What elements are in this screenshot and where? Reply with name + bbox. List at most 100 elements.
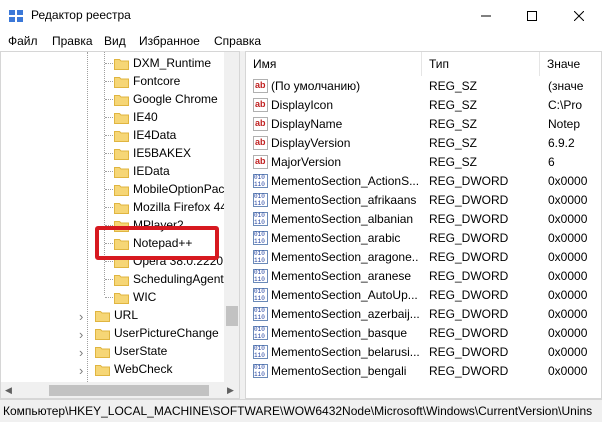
binary-value-icon: 010 110 [253,212,268,226]
value-name: DisplayIcon [271,98,334,112]
tree-vertical-scrollbar[interactable] [224,52,239,382]
tree-item[interactable]: IE5BAKEX [1,144,224,162]
tree-item-label: Google Chrome [133,92,218,106]
value-data: 0x0000 [548,288,588,302]
tree-item[interactable]: Mozilla Firefox 44 [1,198,227,216]
column-name-header[interactable]: Имя [246,52,422,76]
window-title: Редактор реестра [31,8,131,22]
menu-favorites[interactable]: Избранное [139,34,200,48]
value-data: 0x0000 [548,326,588,340]
value-type: REG_DWORD [429,288,509,302]
value-type: REG_DWORD [429,174,509,188]
folder-icon [114,111,129,124]
tree-item-label: Fontcore [133,74,181,88]
highlight-box [95,226,219,260]
string-value-icon: ab [253,117,268,131]
binary-value-icon: 010 110 [253,269,268,283]
registry-tree[interactable]: DXM_Runtime Fontcore Google Chrome IE40 IE4D… [0,51,240,399]
tree-item[interactable]: IE40 [1,108,224,126]
value-row[interactable]: ab DisplayIcon REG_SZ C:\Pro [246,96,601,115]
value-name: MementoSection_aragone... [271,250,419,264]
value-row[interactable]: 010 110 MementoSection_azerbaij... REG_DWOR… [246,305,601,324]
menu-help[interactable]: Справка [214,34,261,48]
folder-icon [114,201,129,214]
value-row[interactable]: 010 110 MementoSection_AutoUp... REG_DWORD 0… [246,286,601,305]
registry-path: Компьютер\HKEY_LOCAL_MACHINE\SOFTWARE\WO… [3,404,593,418]
tree-item[interactable]: Fontcore [1,72,224,90]
tree-horizontal-scrollbar[interactable]: ◀ ▶ [1,382,239,398]
value-row[interactable]: 010 110 MementoSection_belarusi... REG_DWOR… [246,343,601,362]
menu-view[interactable]: Вид [104,34,126,48]
tree-item[interactable]: › UserPictureChange [1,324,224,342]
value-row[interactable]: 010 110 MementoSection_albanian REG_DWORD 0x… [246,210,601,229]
tree-guide-line [105,189,113,190]
value-name: MementoSection_ActionS... [271,174,419,188]
folder-icon [114,183,129,196]
tree-guide-line [105,261,113,262]
value-data: 0x0000 [548,269,588,283]
menu-file[interactable]: Файл [8,34,38,48]
chevron-right-icon[interactable]: › [79,309,83,324]
menu-edit[interactable]: Правка [52,34,93,48]
value-type: REG_DWORD [429,307,509,321]
tree-item[interactable]: Google Chrome [1,90,224,108]
chevron-right-icon[interactable]: › [79,345,83,360]
value-row[interactable]: 010 110 MementoSection_aranese REG_DWORD 0x0… [246,267,601,286]
value-data: C:\Pro [548,98,583,112]
values-list[interactable]: Имя Тип Значе ab (По умолчанию) REG_SZ (зна… [245,51,602,399]
tree-guide-line [105,63,113,64]
close-button[interactable] [556,0,602,31]
column-value-header[interactable]: Значе [540,52,601,76]
value-row[interactable]: ab (По умолчанию) REG_SZ (значе [246,77,601,96]
chevron-right-icon[interactable]: › [79,327,83,342]
tree-item[interactable]: IEData [1,162,224,180]
scroll-left-icon[interactable]: ◀ [5,385,12,396]
tree-item-label: IE5BAKEX [133,146,192,160]
folder-icon [114,129,129,142]
tree-item[interactable]: › WebCheck [1,360,224,378]
tree-item[interactable]: WIC [1,288,224,306]
tree-scroll-thumb[interactable] [226,306,238,326]
value-name: MementoSection_azerbaij... [271,307,419,321]
tree-item[interactable]: SchedulingAgent [1,270,224,288]
folder-icon [114,273,129,286]
chevron-right-icon[interactable]: › [79,363,83,378]
value-data: Notep [548,117,581,131]
value-data: 0x0000 [548,307,588,321]
value-row[interactable]: 010 110 MementoSection_bengali REG_DWORD 0x0… [246,362,601,381]
maximize-button[interactable] [509,0,555,31]
folder-icon [95,363,110,376]
column-type-header[interactable]: Тип [422,52,540,76]
tree-item[interactable]: MobileOptionPac [1,180,224,198]
tree-guide-line [105,99,113,100]
binary-value-icon: 010 110 [253,288,268,302]
tree-item[interactable]: DXM_Runtime [1,54,224,72]
value-row[interactable]: ab DisplayName REG_SZ Notep [246,115,601,134]
value-data: 0x0000 [548,212,588,226]
value-name: MementoSection_AutoUp... [271,288,418,302]
scroll-right-icon[interactable]: ▶ [227,385,234,396]
value-type: REG_DWORD [429,212,509,226]
tree-item[interactable]: IE4Data [1,126,224,144]
value-name: MajorVersion [271,155,342,169]
regedit-icon [9,10,23,22]
value-type: REG_SZ [429,136,478,150]
value-type: REG_SZ [429,155,478,169]
tree-item[interactable]: › UserState [1,342,224,360]
value-name: MementoSection_basque [271,326,408,340]
value-row[interactable]: 010 110 MementoSection_aragone... REG_DWORD… [246,248,601,267]
value-row[interactable]: 010 110 MementoSection_afrikaans REG_DWORD 0… [246,191,601,210]
value-row[interactable]: ab MajorVersion REG_SZ 6 [246,153,601,172]
value-row[interactable]: 010 110 MementoSection_arabic REG_DWORD 0x00… [246,229,601,248]
value-row[interactable]: 010 110 MementoSection_ActionS... REG_DWORD… [246,172,601,191]
value-data: 0x0000 [548,174,588,188]
tree-item[interactable]: › URL [1,306,224,324]
value-row[interactable]: 010 110 MementoSection_basque REG_DWORD 0x00… [246,324,601,343]
minimize-button[interactable] [463,0,509,31]
value-type: REG_DWORD [429,326,509,340]
tree-guide-line [105,207,113,208]
binary-value-icon: 010 110 [253,231,268,245]
binary-value-icon: 010 110 [253,345,268,359]
tree-hscroll-thumb[interactable] [49,385,209,396]
value-row[interactable]: ab DisplayVersion REG_SZ 6.9.2 [246,134,601,153]
